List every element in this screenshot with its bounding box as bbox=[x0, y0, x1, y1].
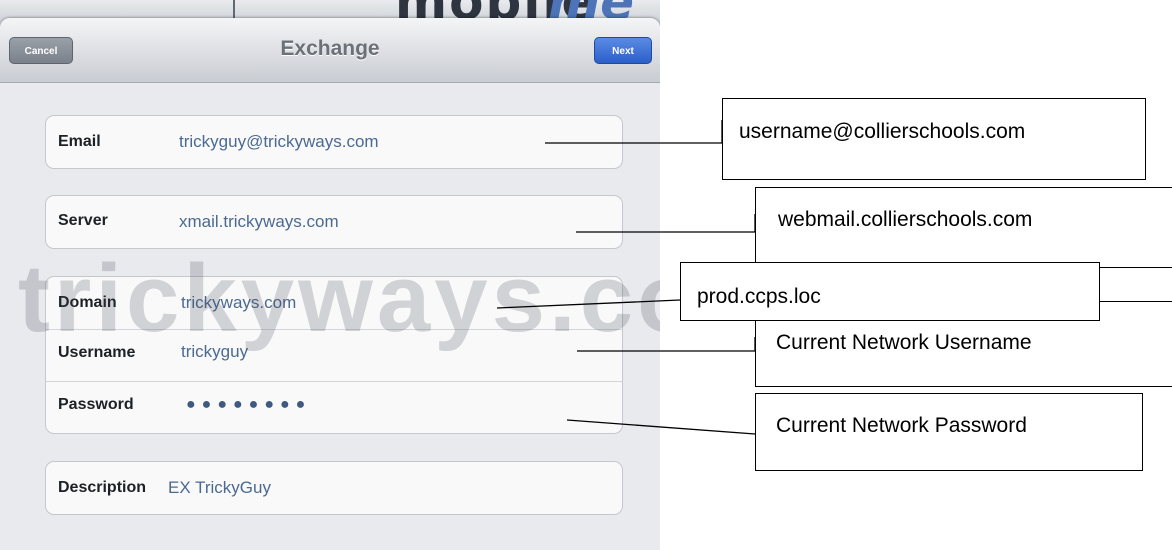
domain-callout-text: prod.ccps.loc bbox=[697, 285, 821, 308]
password-callout: Current Network Password bbox=[755, 393, 1143, 471]
domain-callout: prod.ccps.loc bbox=[680, 262, 1100, 321]
email-callout-text: username@collierschools.com bbox=[739, 120, 1026, 143]
password-connector bbox=[566, 419, 756, 435]
email-connector bbox=[545, 120, 723, 144]
domain-connector bbox=[496, 299, 681, 309]
server-callout: webmail.collierschools.com bbox=[755, 187, 1172, 268]
password-callout-text: Current Network Password bbox=[776, 414, 1027, 437]
username-callout-text: Current Network Username bbox=[776, 331, 1032, 354]
server-callout-text: webmail.collierschools.com bbox=[778, 208, 1033, 231]
username-connector bbox=[577, 337, 756, 352]
email-callout: username@collierschools.com bbox=[722, 98, 1146, 180]
server-connector bbox=[576, 214, 756, 233]
